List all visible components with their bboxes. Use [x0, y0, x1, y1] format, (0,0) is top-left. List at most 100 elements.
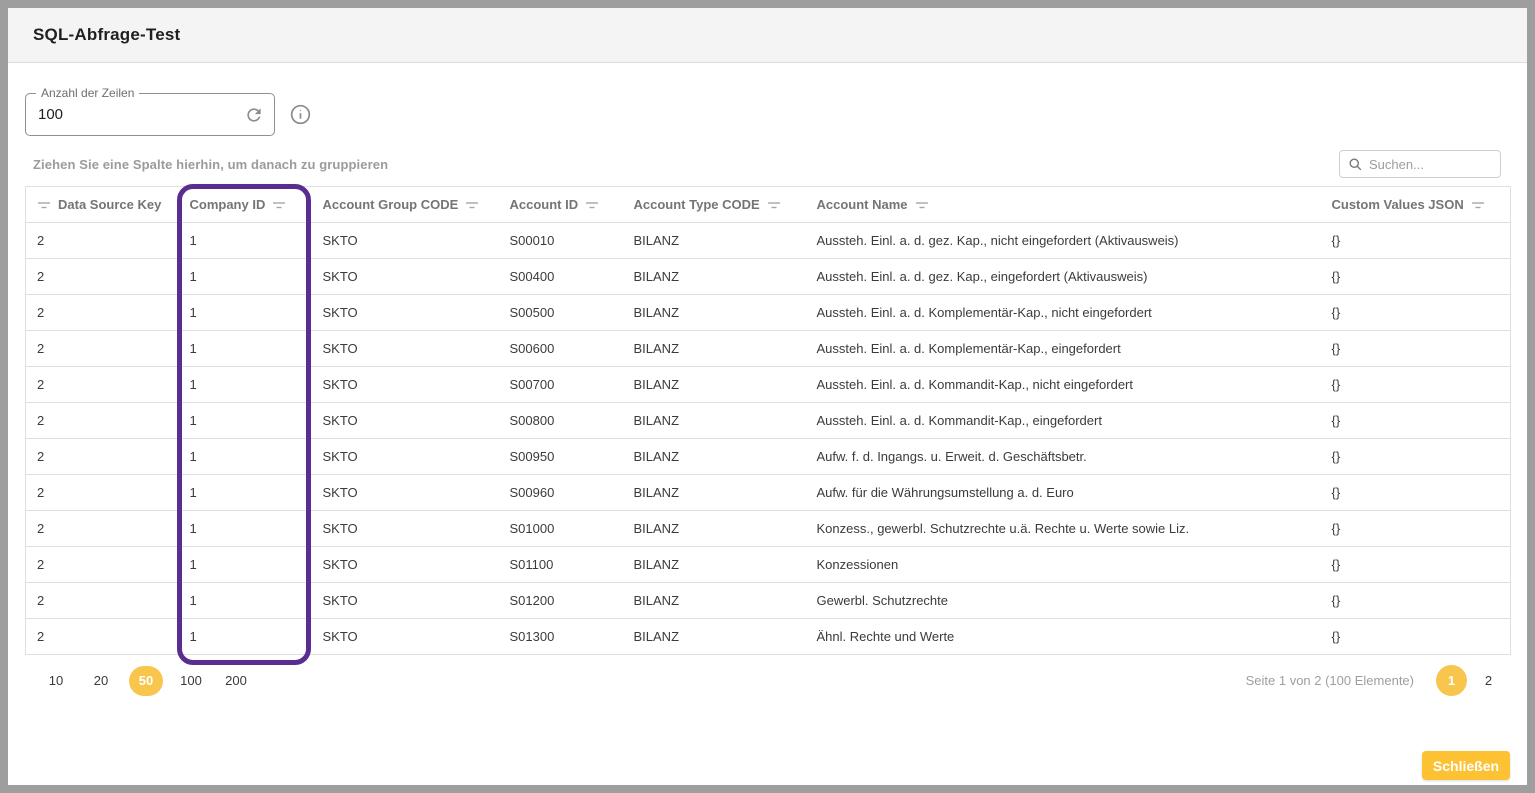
table-row[interactable]: 21SKTOS00950BILANZAufw. f. d. Ingangs. u…	[26, 439, 1511, 475]
table-row[interactable]: 21SKTOS00960BILANZAufw. für die Währungs…	[26, 475, 1511, 511]
cell-account-type-code: BILANZ	[623, 223, 806, 259]
column-header-custom-values-json[interactable]: Custom Values JSON	[1321, 187, 1511, 223]
cell-account-group-code: SKTO	[312, 439, 499, 475]
table-row[interactable]: 21SKTOS00800BILANZAussteh. Einl. a. d. K…	[26, 403, 1511, 439]
column-header-label: Account Group CODE	[323, 198, 459, 213]
page-size-50[interactable]: 50	[129, 666, 163, 696]
info-icon[interactable]	[289, 103, 312, 126]
row-count-label: Anzahl der Zeilen	[36, 86, 139, 100]
cell-data-source-key: 2	[26, 331, 179, 367]
cell-account-name: Aussteh. Einl. a. d. Kommandit-Kap., nic…	[806, 367, 1321, 403]
filter-icon[interactable]	[767, 198, 781, 213]
cell-account-id: S01000	[499, 511, 623, 547]
cell-data-source-key: 2	[26, 475, 179, 511]
table-row[interactable]: 21SKTOS00010BILANZAussteh. Einl. a. d. g…	[26, 223, 1511, 259]
cell-account-name: Konzessionen	[806, 547, 1321, 583]
cell-account-name: Aussteh. Einl. a. d. Komplementär-Kap., …	[806, 331, 1321, 367]
cell-account-group-code: SKTO	[312, 259, 499, 295]
page-size-200[interactable]: 200	[219, 666, 253, 696]
cell-account-name: Aufw. für die Währungsumstellung a. d. E…	[806, 475, 1321, 511]
page-size-100[interactable]: 100	[174, 666, 208, 696]
filter-icon[interactable]	[465, 198, 479, 213]
cell-account-group-code: SKTO	[312, 295, 499, 331]
cell-company-id: 1	[179, 619, 312, 655]
column-header-account-id[interactable]: Account ID	[499, 187, 623, 223]
cell-company-id: 1	[179, 223, 312, 259]
cell-account-name: Gewerbl. Schutzrechte	[806, 583, 1321, 619]
table-row[interactable]: 21SKTOS01300BILANZÄhnl. Rechte und Werte…	[26, 619, 1511, 655]
cell-account-id: S00700	[499, 367, 623, 403]
cell-account-type-code: BILANZ	[623, 511, 806, 547]
cell-custom-values-json: {}	[1321, 295, 1511, 331]
row-count-input[interactable]	[38, 106, 244, 123]
cell-account-id: S00400	[499, 259, 623, 295]
table-row[interactable]: 21SKTOS01000BILANZKonzess., gewerbl. Sch…	[26, 511, 1511, 547]
column-header-label: Account Type CODE	[634, 198, 760, 213]
page-numbers: 12	[1430, 665, 1504, 696]
cell-account-name: Aussteh. Einl. a. d. gez. Kap., nicht ei…	[806, 223, 1321, 259]
cell-account-id: S00600	[499, 331, 623, 367]
dialog-titlebar: SQL-Abfrage-Test	[8, 8, 1527, 63]
table-row[interactable]: 21SKTOS00500BILANZAussteh. Einl. a. d. K…	[26, 295, 1511, 331]
column-header-account-name[interactable]: Account Name	[806, 187, 1321, 223]
grid-header-row: Data Source Key Company ID Account Group C…	[26, 187, 1511, 223]
search-box	[1339, 150, 1501, 178]
cell-account-id: S01300	[499, 619, 623, 655]
cell-account-group-code: SKTO	[312, 223, 499, 259]
cell-account-group-code: SKTO	[312, 511, 499, 547]
cell-account-group-code: SKTO	[312, 331, 499, 367]
data-grid: Data Source Key Company ID Account Group C…	[25, 186, 1510, 655]
column-header-data-source-key[interactable]: Data Source Key	[26, 187, 179, 223]
filter-icon[interactable]	[37, 198, 51, 213]
cell-company-id: 1	[179, 583, 312, 619]
cell-custom-values-json: {}	[1321, 223, 1511, 259]
table-row[interactable]: 21SKTOS00700BILANZAussteh. Einl. a. d. K…	[26, 367, 1511, 403]
table-row[interactable]: 21SKTOS00600BILANZAussteh. Einl. a. d. K…	[26, 331, 1511, 367]
page-title: SQL-Abfrage-Test	[33, 25, 180, 45]
cell-company-id: 1	[179, 259, 312, 295]
cell-data-source-key: 2	[26, 367, 179, 403]
cell-data-source-key: 2	[26, 439, 179, 475]
cell-custom-values-json: {}	[1321, 403, 1511, 439]
cell-account-type-code: BILANZ	[623, 259, 806, 295]
page-size-selector: 10 20 50 100 200	[39, 666, 264, 696]
pager-navigation: Seite 1 von 2 (100 Elemente) 12	[1246, 665, 1504, 696]
cell-data-source-key: 2	[26, 511, 179, 547]
cell-company-id: 1	[179, 475, 312, 511]
filter-icon[interactable]	[915, 198, 929, 213]
page-1[interactable]: 1	[1436, 665, 1467, 696]
dialog-content: Anzahl der Zeilen Ziehen Sie eine Spalte…	[8, 93, 1527, 696]
cell-account-group-code: SKTO	[312, 403, 499, 439]
cell-data-source-key: 2	[26, 403, 179, 439]
table-row[interactable]: 21SKTOS00400BILANZAussteh. Einl. a. d. g…	[26, 259, 1511, 295]
cell-account-type-code: BILANZ	[623, 367, 806, 403]
cell-custom-values-json: {}	[1321, 331, 1511, 367]
cell-account-id: S00800	[499, 403, 623, 439]
page-size-10[interactable]: 10	[39, 666, 73, 696]
page-2[interactable]: 2	[1473, 665, 1504, 696]
column-header-account-group-code[interactable]: Account Group CODE	[312, 187, 499, 223]
search-input[interactable]	[1369, 157, 1492, 172]
column-header-label: Data Source Key	[58, 198, 161, 213]
cell-account-name: Ähnl. Rechte und Werte	[806, 619, 1321, 655]
column-header-label: Company ID	[190, 198, 266, 213]
cell-data-source-key: 2	[26, 547, 179, 583]
cell-account-name: Konzess., gewerbl. Schutzrechte u.ä. Rec…	[806, 511, 1321, 547]
column-header-label: Account ID	[510, 198, 579, 213]
column-header-account-type-code[interactable]: Account Type CODE	[623, 187, 806, 223]
cell-company-id: 1	[179, 403, 312, 439]
filter-icon[interactable]	[1471, 198, 1485, 213]
column-header-company-id[interactable]: Company ID	[179, 187, 312, 223]
close-button[interactable]: Schließen	[1422, 751, 1510, 780]
page-size-20[interactable]: 20	[84, 666, 118, 696]
cell-account-type-code: BILANZ	[623, 583, 806, 619]
cell-custom-values-json: {}	[1321, 259, 1511, 295]
refresh-icon[interactable]	[244, 105, 264, 125]
grid-body: 21SKTOS00010BILANZAussteh. Einl. a. d. g…	[26, 223, 1511, 655]
table-row[interactable]: 21SKTOS01200BILANZGewerbl. Schutzrechte{…	[26, 583, 1511, 619]
cell-custom-values-json: {}	[1321, 583, 1511, 619]
table-row[interactable]: 21SKTOS01100BILANZKonzessionen{}	[26, 547, 1511, 583]
column-header-label: Account Name	[817, 198, 908, 213]
filter-icon[interactable]	[585, 198, 599, 213]
filter-icon[interactable]	[272, 198, 286, 213]
